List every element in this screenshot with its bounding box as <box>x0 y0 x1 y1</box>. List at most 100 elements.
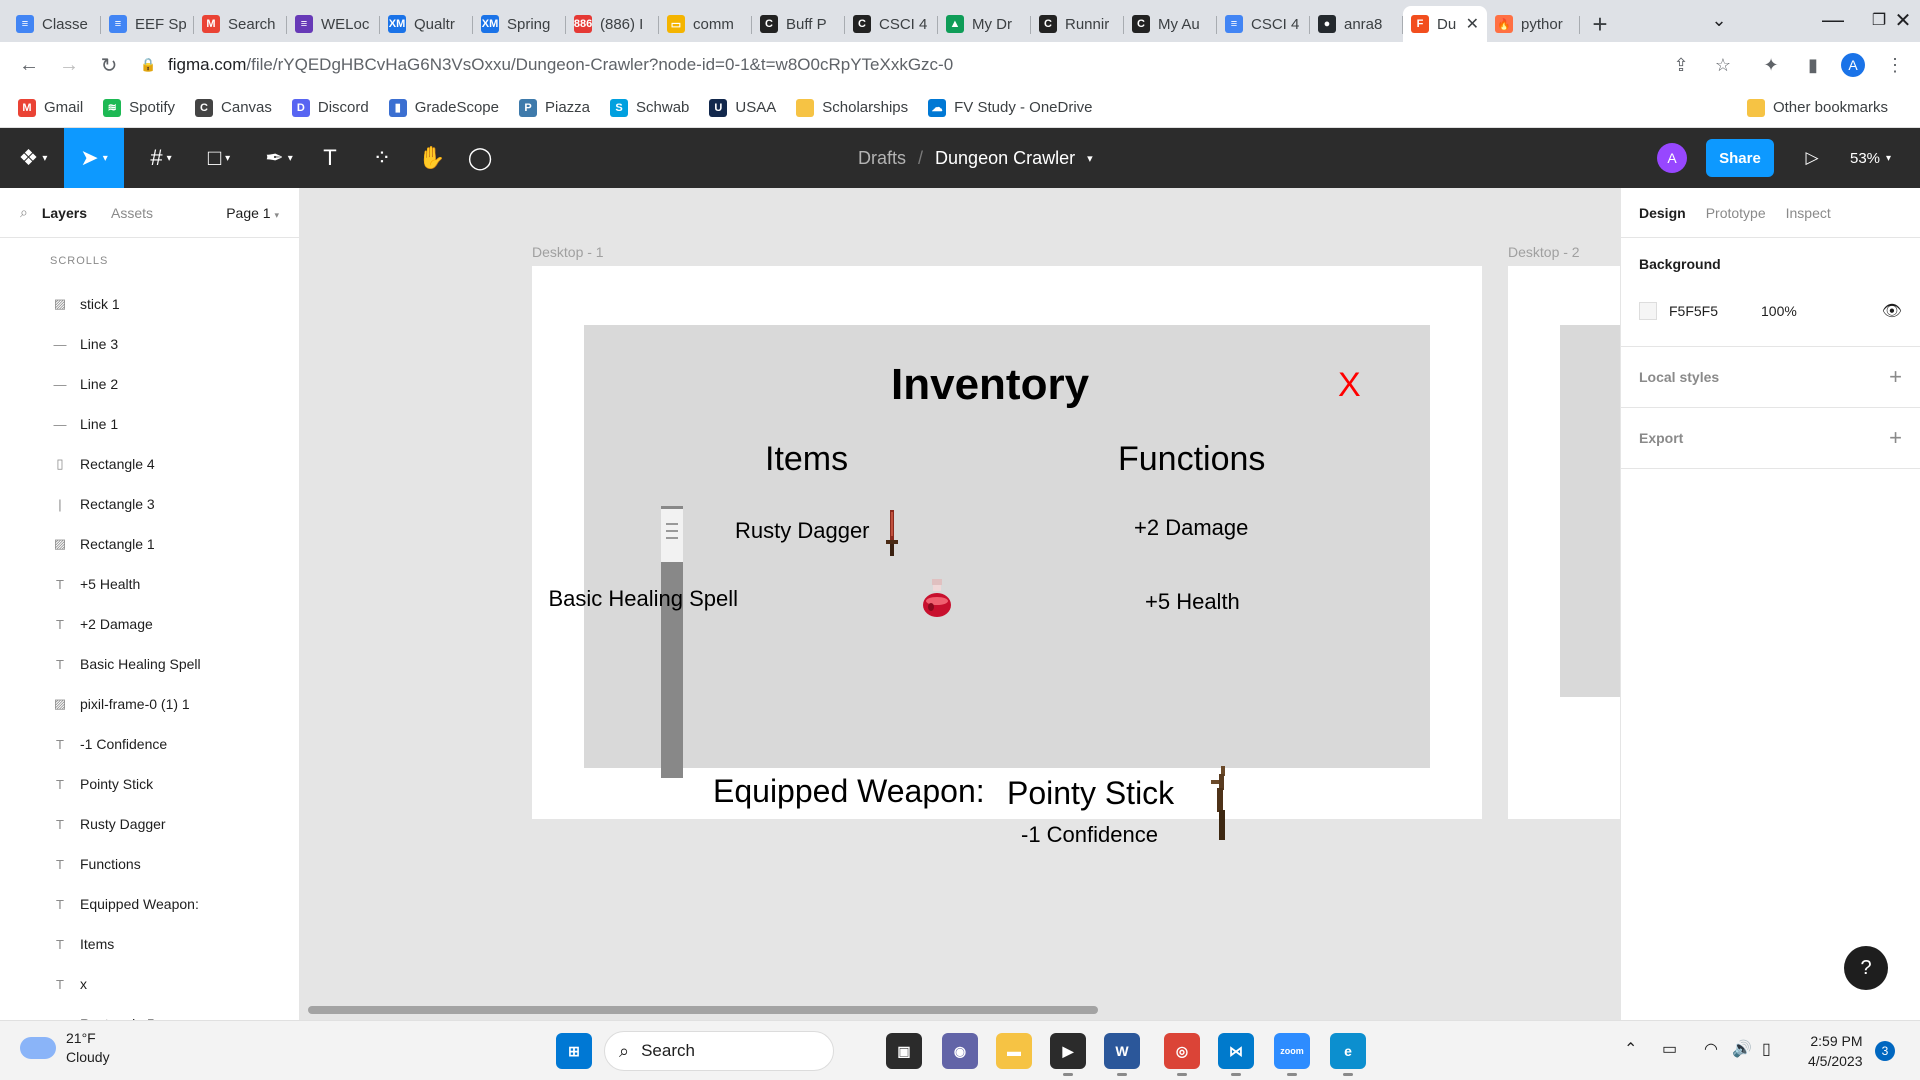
browser-tab[interactable]: C Buff P <box>752 6 845 42</box>
bookmark-item[interactable]: ▮ GradeScope <box>388 98 499 117</box>
help-button[interactable]: ? <box>1844 946 1888 990</box>
page-selector[interactable]: Page 1 ▾ <box>226 205 279 221</box>
browser-tab[interactable]: 886 (886) I <box>566 6 659 42</box>
browser-tab[interactable]: 🔥 pythor <box>1487 6 1580 42</box>
breadcrumb-drafts[interactable]: Drafts <box>858 148 906 169</box>
eye-icon[interactable]: 👁 <box>1882 301 1902 321</box>
bookmark-star-icon[interactable]: ☆ <box>1708 50 1738 80</box>
browser-tab[interactable]: ▲ My Dr <box>938 6 1031 42</box>
minimize-button[interactable]: — <box>1810 0 1856 40</box>
chrome-menu-icon[interactable]: ⋮ <box>1880 50 1910 80</box>
plus-icon[interactable]: + <box>1889 364 1902 390</box>
tab-design[interactable]: Design <box>1639 205 1686 221</box>
move-tool[interactable]: ➤ ▾ <box>64 128 124 188</box>
bookmark-item[interactable]: U USAA <box>709 98 776 117</box>
bookmark-item[interactable]: C Canvas <box>195 98 272 117</box>
figma-canvas[interactable]: Desktop - 1 Desktop - 2 Inventory X Item… <box>300 188 1620 1020</box>
file-name[interactable]: Dungeon Crawler <box>935 148 1075 169</box>
browser-tab[interactable]: C CSCI 4 <box>845 6 938 42</box>
edge-icon[interactable]: e <box>1330 1033 1366 1076</box>
shape-tool[interactable]: □ ▾ <box>194 128 244 188</box>
forward-button[interactable]: → <box>52 48 86 82</box>
bookmark-item[interactable]: S Schwab <box>610 98 689 117</box>
back-button[interactable]: ← <box>12 48 46 82</box>
browser-tab[interactable]: ≡ CSCI 4 <box>1217 6 1310 42</box>
browser-tab[interactable]: ▭ comm <box>659 6 752 42</box>
comment-tool[interactable]: ◯ <box>460 128 500 188</box>
tab-assets[interactable]: Assets <box>111 205 153 221</box>
layer-item[interactable]: — Line 2 <box>0 364 299 404</box>
browser-tab[interactable]: ≡ EEF Sp <box>101 6 194 42</box>
layer-item[interactable]: T Rusty Dagger <box>0 804 299 844</box>
notification-badge[interactable]: 3 <box>1875 1041 1895 1061</box>
frame-label-desktop-1[interactable]: Desktop - 1 <box>532 244 604 260</box>
wifi-icon[interactable]: ◠ <box>1704 1039 1718 1059</box>
keyboard-icon[interactable]: ▭ <box>1662 1039 1677 1059</box>
plus-icon[interactable]: + <box>1889 425 1902 451</box>
layer-item[interactable]: T +2 Damage <box>0 604 299 644</box>
browser-tab[interactable]: XM Spring <box>473 6 566 42</box>
chrome-icon[interactable]: ◎ <box>1164 1033 1200 1076</box>
volume-icon[interactable]: 🔊 <box>1732 1039 1752 1059</box>
layer-item[interactable]: | Rectangle 3 <box>0 484 299 524</box>
extensions-icon[interactable]: ✦ <box>1756 50 1786 80</box>
battery-icon[interactable]: ▯ <box>1762 1039 1771 1059</box>
task-view-icon[interactable]: ▣ <box>886 1033 922 1069</box>
hand-tool[interactable]: ✋ <box>412 128 452 188</box>
tab-prototype[interactable]: Prototype <box>1706 205 1766 221</box>
zoom-icon[interactable]: zoom <box>1274 1033 1310 1076</box>
chevron-up-icon[interactable]: ⌃ <box>1624 1039 1637 1059</box>
horizontal-scrollbar[interactable] <box>308 1006 1098 1014</box>
zoom-dropdown[interactable]: 53% ▾ <box>1850 140 1891 176</box>
background-swatch[interactable] <box>1639 302 1657 320</box>
pen-tool[interactable]: ✒ ▾ <box>254 128 304 188</box>
layer-item[interactable]: T -1 Confidence <box>0 724 299 764</box>
close-window-button[interactable]: ✕ <box>1880 0 1920 40</box>
background-fill-row[interactable]: F5F5F5 100% 👁 <box>1639 290 1902 332</box>
chevron-down-icon[interactable]: ▾ <box>1087 152 1093 165</box>
layer-item[interactable]: ▯ Rectangle 4 <box>0 444 299 484</box>
browser-tab[interactable]: ≡ WELoc <box>287 6 380 42</box>
layer-item[interactable]: T Equipped Weapon: <box>0 884 299 924</box>
browser-tab[interactable]: F Du ✕ <box>1403 6 1487 42</box>
word-icon[interactable]: W <box>1104 1033 1140 1076</box>
browser-tab[interactable]: XM Qualtr <box>380 6 473 42</box>
share-page-icon[interactable]: ⇪ <box>1666 50 1696 80</box>
other-bookmarks[interactable]: Other bookmarks <box>1746 98 1888 117</box>
bookmark-item[interactable]: P Piazza <box>518 98 590 117</box>
bookmark-item[interactable]: D Discord <box>291 98 369 117</box>
file-explorer-icon[interactable]: ▬ <box>996 1033 1032 1069</box>
teams-chat-icon[interactable]: ◉ <box>942 1033 978 1069</box>
windows-start-icon[interactable]: ⊞ <box>556 1033 592 1069</box>
layer-item[interactable]: ▨ Rectangle 1 <box>0 524 299 564</box>
layer-item[interactable]: Tx <box>0 964 299 1004</box>
profile-avatar[interactable]: A <box>1841 53 1865 77</box>
media-player-icon[interactable]: ▶ <box>1050 1033 1086 1076</box>
tab-layers[interactable]: Layers <box>42 205 87 221</box>
taskbar-search[interactable]: ⌕ Search <box>604 1031 834 1071</box>
reload-button[interactable]: ↻ <box>92 48 126 82</box>
present-play-icon[interactable]: ▷ <box>1795 140 1829 176</box>
bookmark-item[interactable]: ≋ Spotify <box>103 98 175 117</box>
frame-label-desktop-2[interactable]: Desktop - 2 <box>1508 244 1580 260</box>
search-icon[interactable]: ⌕ <box>20 204 28 221</box>
layer-item[interactable]: T Functions <box>0 844 299 884</box>
collaborator-avatar[interactable]: A <box>1657 143 1687 173</box>
layer-item[interactable]: ▨ stick 1 <box>0 284 299 324</box>
address-bar[interactable]: 🔒 figma.com/file/rYQEDgHBCvHaG6N3VsOxxu/… <box>140 48 1740 82</box>
frame-tool[interactable]: # ▾ <box>136 128 186 188</box>
scroll-thumb[interactable] <box>661 506 683 562</box>
layer-item[interactable]: ▭Rectangle 5 <box>0 1004 299 1020</box>
layer-item[interactable]: — Line 1 <box>0 404 299 444</box>
browser-tab[interactable]: ≡ Classe <box>8 6 101 42</box>
browser-tab[interactable]: M Search <box>194 6 287 42</box>
side-panel-icon[interactable]: ▮ <box>1798 50 1828 80</box>
layer-item[interactable]: — Line 3 <box>0 324 299 364</box>
new-tab-button[interactable]: + <box>1580 6 1620 42</box>
bookmark-item[interactable]: M Gmail <box>18 98 83 117</box>
local-styles-header[interactable]: Local styles + <box>1639 347 1902 407</box>
layer-group-header[interactable]: SCROLLS <box>0 238 299 284</box>
bookmark-item[interactable]: Scholarships <box>796 98 908 117</box>
weather-widget[interactable]: 21°F Cloudy <box>20 1029 110 1067</box>
background-hex[interactable]: F5F5F5 <box>1669 303 1761 319</box>
